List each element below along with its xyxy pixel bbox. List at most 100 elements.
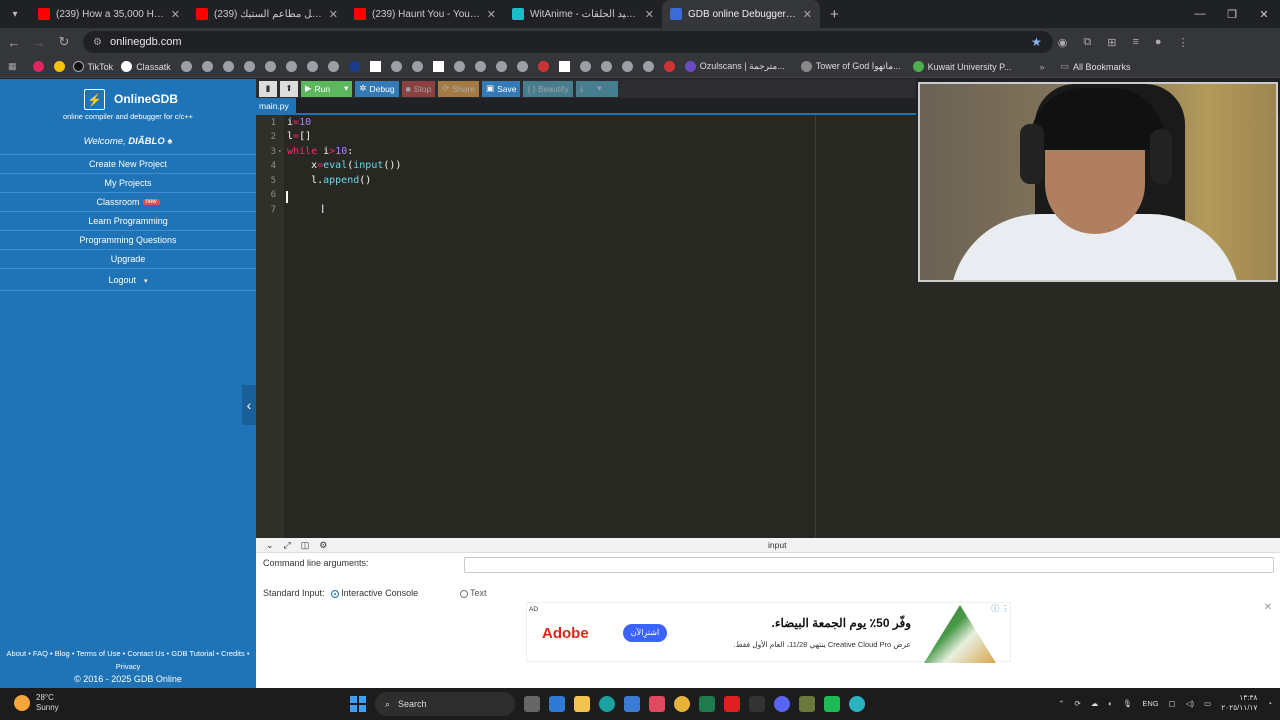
bookmark-icon[interactable] [243,61,255,72]
apps-icon[interactable]: ▦ [8,61,17,72]
bookmark-icon[interactable] [348,61,360,72]
minecraft-icon[interactable] [799,696,815,712]
bookmark-star-icon[interactable]: ★ [1031,35,1042,49]
back-icon[interactable]: ← [3,35,25,50]
bookmark-icon[interactable] [369,61,381,72]
save-button[interactable]: ▣ Save [482,80,521,97]
bookmark-icon[interactable] [600,61,612,72]
beautify-button[interactable]: { } Beautify [523,80,573,97]
close-tab-icon[interactable]: ✕ [803,8,812,21]
file-explorer-icon[interactable] [574,696,590,712]
bookmark-icon[interactable] [411,61,423,72]
bookmark-icon[interactable] [642,61,654,72]
browser-tab-active[interactable]: GDB online Debugger | Compil✕ [662,0,820,28]
tab-search-icon[interactable]: ▾ [4,3,26,25]
app-icon[interactable] [849,696,865,712]
bookmark-icon[interactable] [327,61,339,72]
bookmark-icon[interactable] [180,61,192,72]
bookmark-icon[interactable] [663,61,675,72]
bookmark-icon[interactable] [390,61,402,72]
onedrive-icon[interactable]: ☁ [1091,699,1099,708]
cmd-args-input[interactable] [464,557,1274,573]
sidebar-item-create-new-project[interactable]: Create New Project [0,154,256,173]
browser-tab[interactable]: (239) تجربة افضل مطاعم الستيك✕ [188,0,346,28]
upload-file-icon[interactable]: ⬆ [280,80,298,97]
ad-close-icon[interactable]: ✕ [1264,602,1272,613]
fold-arrow-icon[interactable]: ▾ [278,148,282,155]
adobe-logo[interactable]: Adobe [542,625,589,642]
footer-links[interactable]: About • FAQ • Blog • Terms of Use • Cont… [0,647,256,673]
interactive-console-radio[interactable] [331,589,340,598]
close-tab-icon[interactable]: ✕ [171,8,180,21]
weather-widget[interactable]: 28°C Sunny [14,693,59,713]
collapse-panel-icon[interactable]: ⌄ [266,540,274,551]
collapse-sidebar-icon[interactable]: ‹ [242,385,256,425]
start-windows-icon[interactable] [350,696,366,712]
bookmark-tiktok[interactable]: TikTok [72,61,113,72]
bookmark-icon[interactable] [516,61,528,72]
translate-icon[interactable]: ⊞ [1107,36,1116,49]
media-icon[interactable]: ≡ [1132,36,1138,49]
sidebar-item-programming-questions[interactable]: Programming Questions [0,230,256,249]
bookmark-icon[interactable] [621,61,633,72]
notification-icon[interactable]: ◔ [1267,699,1272,708]
bookmark-icon[interactable] [201,61,213,72]
extension-icon[interactable]: ◉ [1058,36,1068,49]
volume-icon[interactable]: ◁) [1186,699,1194,708]
bookmark-icon[interactable] [537,61,549,72]
site-info-icon[interactable]: ⚙ [93,37,102,48]
tray-app-icon[interactable]: ⟳ [1074,699,1080,708]
app-icon[interactable] [824,696,840,712]
close-tab-icon[interactable]: ✕ [645,8,654,21]
bookmark-icon[interactable] [264,61,276,72]
chrome-icon[interactable] [674,696,690,712]
new-file-icon[interactable]: ▮ [259,80,277,97]
browser-tab[interactable]: (239) Haunt You - YouTube ✕ [346,0,504,28]
username[interactable]: DIÃBLO ♠ [128,136,172,147]
discord-icon[interactable] [774,696,790,712]
forward-icon[interactable]: → [28,35,50,50]
store-icon[interactable] [624,696,640,712]
browser-tab[interactable]: WitAnime - مواعيد الحلقات ✕ [504,0,662,28]
bookmark-icon[interactable] [32,61,44,72]
brand-name[interactable]: OnlineGDB [114,92,178,106]
bookmark-tower-of-god[interactable]: Tower of God ماتهوا... [800,61,901,72]
ad-buy-button[interactable]: اشترِالآن [623,624,667,642]
share-button[interactable]: ⟳ Share [438,80,480,97]
new-tab-icon[interactable]: + [830,6,839,23]
sidebar-item-classroom[interactable]: Classroom new [0,192,256,211]
reload-icon[interactable]: ↻ [53,34,75,50]
file-tab[interactable]: main.py [256,98,296,114]
sidebar-item-upgrade[interactable]: Upgrade [0,249,256,268]
profile-icon[interactable]: ● [1155,36,1162,49]
layout-icon[interactable]: ◫ [301,540,310,551]
bookmark-icon[interactable] [306,61,318,72]
download-button[interactable]: ⤓ ▾ [575,80,618,97]
copilot-icon[interactable] [549,696,565,712]
sidebar-item-my-projects[interactable]: My Projects [0,173,256,192]
bookmark-classatk[interactable]: Classatk [121,61,171,72]
microphone-icon[interactable]: 🎙 [1123,699,1133,708]
bookmark-icon[interactable] [53,61,65,72]
language-indicator[interactable]: ENG [1142,699,1158,708]
clock[interactable]: ١٣:٣٨ ٢٠٢٥/١١/١٧ [1221,693,1257,713]
all-bookmarks[interactable]: ▭ All Bookmarks [1061,61,1131,72]
youtube-app-icon[interactable] [724,696,740,712]
taskbar-search[interactable]: ⌕ Search [375,692,515,716]
settings-gear-icon[interactable]: ⚙ [319,540,327,551]
bookmark-icon[interactable] [453,61,465,72]
stop-button[interactable]: ■ Stop [401,80,436,97]
app-icon[interactable] [649,696,665,712]
bookmark-icon[interactable] [474,61,486,72]
close-tab-icon[interactable]: ✕ [487,8,496,21]
ad-info-icon[interactable]: ⓘ ⋮ [991,603,1009,614]
sidebar-item-learn-programming[interactable]: Learn Programming [0,211,256,230]
restore-icon[interactable]: ❐ [1216,0,1248,28]
run-button[interactable]: ▶ Run ▾ [301,80,353,97]
more-bookmarks-icon[interactable]: » [1039,62,1044,72]
task-view-icon[interactable] [524,696,540,712]
browser-menu-icon[interactable]: ⋮ [1178,36,1189,49]
url-field[interactable]: ⚙ onlinegdb.com [83,31,1053,53]
excel-icon[interactable] [699,696,715,712]
bookmark-ozulscans[interactable]: Ozulscans | مترجمة... [684,61,785,72]
